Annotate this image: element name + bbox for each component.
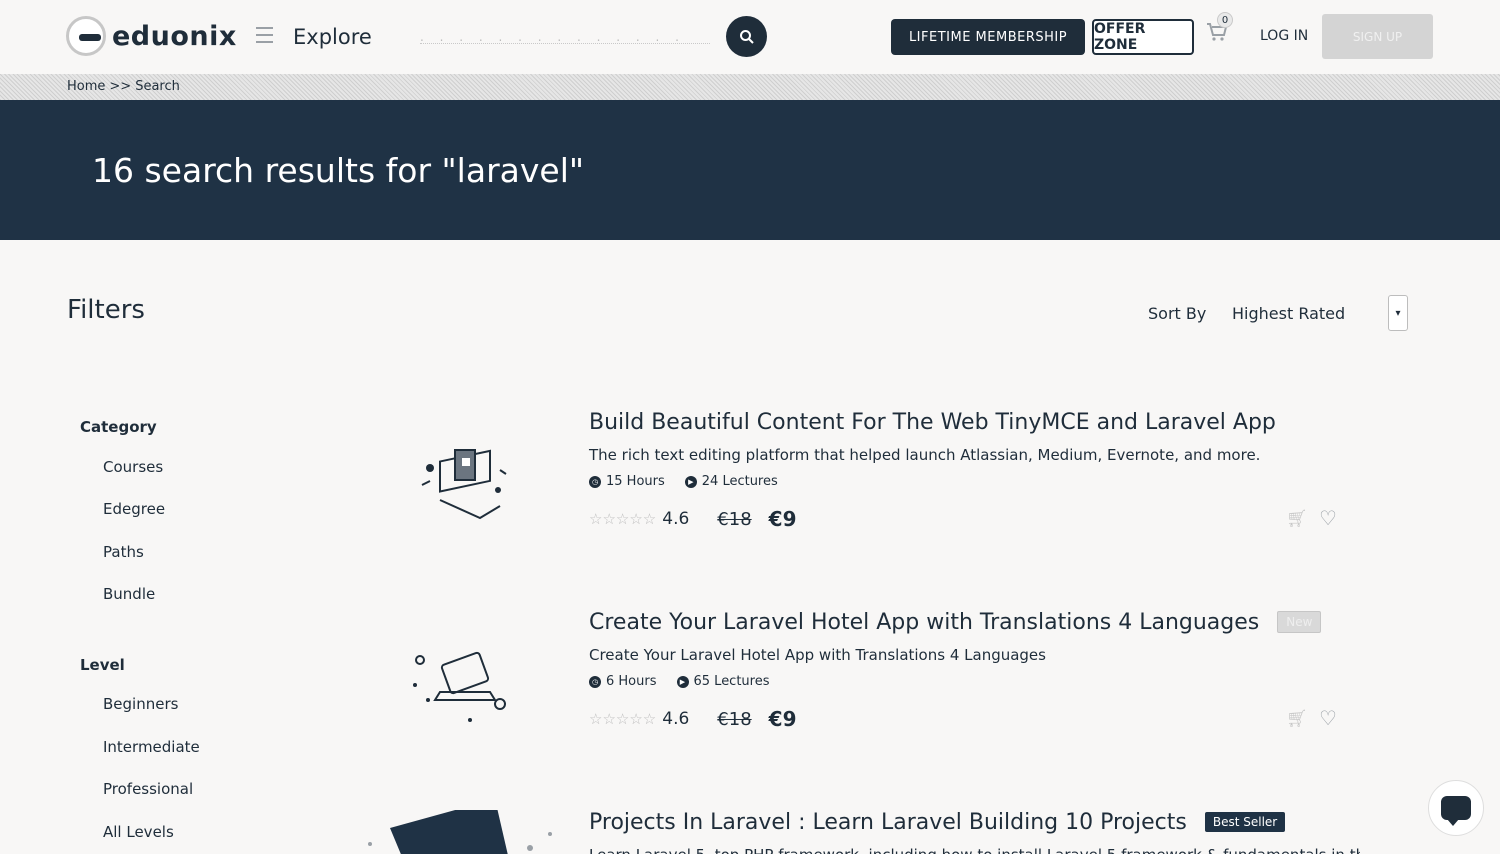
rating-stars-icon: ☆☆☆☆☆ — [589, 710, 657, 728]
course-title[interactable]: Create Your Laravel Hotel App with Trans… — [589, 610, 1322, 635]
breadcrumb-home[interactable]: Home — [67, 79, 105, 94]
lifetime-membership-button[interactable]: LIFETIME MEMBERSHIP — [891, 19, 1085, 55]
filters-title: Filters — [67, 295, 145, 325]
course-title[interactable]: Build Beautiful Content For The Web Tiny… — [589, 410, 1276, 435]
course-card[interactable]: Projects In Laravel : Learn Laravel Buil… — [340, 810, 1360, 854]
course-hours: ◷ 15 Hours — [589, 474, 665, 489]
sort-label: Sort By — [1148, 304, 1207, 323]
course-rating: 4.6 — [662, 509, 690, 529]
course-hours-label: 6 Hours — [606, 674, 657, 689]
eduonix-logo[interactable]: eduonix — [66, 16, 237, 56]
search-input[interactable]: . . . . . . . . . . . . . . — [420, 30, 710, 44]
search-icon — [739, 29, 754, 44]
course-card[interactable]: Create Your Laravel Hotel App with Trans… — [340, 610, 1360, 800]
filter-item-courses[interactable]: Courses — [103, 458, 163, 476]
course-hours: ◷ 6 Hours — [589, 674, 657, 689]
play-icon: ▶ — [684, 475, 697, 488]
course-description: The rich text editing platform that help… — [589, 446, 1261, 464]
filter-heading-category: Category — [80, 418, 157, 436]
chat-icon — [1441, 796, 1471, 826]
course-old-price: €18 — [717, 508, 752, 530]
logo-mark-icon — [66, 16, 106, 56]
filter-item-edegree[interactable]: Edegree — [103, 500, 165, 518]
course-thumbnail[interactable] — [350, 810, 570, 854]
best-seller-badge: Best Seller — [1204, 812, 1286, 832]
login-link[interactable]: LOG IN — [1260, 28, 1308, 44]
chevron-down-icon[interactable]: ▾ — [1388, 295, 1408, 331]
page-title: 16 search results for "laravel" — [92, 151, 585, 190]
course-price-row: ☆☆☆☆☆ 4.6 €18 €9 — [589, 707, 797, 731]
heart-icon[interactable]: ♡ — [1319, 706, 1337, 730]
course-rating: 4.6 — [662, 709, 690, 729]
course-thumbnail[interactable] — [400, 430, 520, 530]
course-thumbnail[interactable] — [400, 630, 520, 730]
course-lectures: ▶ 65 Lectures — [676, 674, 770, 689]
clock-icon: ◷ — [589, 675, 601, 688]
course-hours-label: 15 Hours — [606, 474, 665, 489]
breadcrumb-separator: >> — [109, 79, 132, 94]
course-meta: ◷ 15 Hours ▶ 24 Lectures — [589, 474, 778, 489]
rating-stars-icon: ☆☆☆☆☆ — [589, 510, 657, 528]
breadcrumb-bar: Home >> Search — [0, 74, 1500, 100]
cart-count-badge: 0 — [1217, 12, 1233, 28]
course-meta: ◷ 6 Hours ▶ 65 Lectures — [589, 674, 770, 689]
explore-link[interactable]: Explore — [293, 25, 372, 49]
logo-text: eduonix — [112, 20, 237, 52]
course-lectures-label: 65 Lectures — [693, 674, 770, 689]
search-button[interactable] — [726, 16, 767, 57]
course-new-price: €9 — [768, 507, 797, 531]
new-badge: New — [1277, 611, 1322, 633]
course-title-text[interactable]: Create Your Laravel Hotel App with Trans… — [589, 610, 1259, 635]
chat-button[interactable] — [1428, 780, 1484, 836]
filter-item-all-levels[interactable]: All Levels — [103, 823, 174, 841]
course-old-price: €18 — [717, 708, 752, 730]
play-icon: ▶ — [676, 675, 689, 688]
signup-button[interactable]: SIGN UP — [1322, 14, 1433, 59]
sort-select-value[interactable]: Highest Rated — [1232, 304, 1345, 323]
menu-icon[interactable] — [256, 27, 273, 43]
clock-icon: ◷ — [589, 475, 601, 488]
course-new-price: €9 — [768, 707, 797, 731]
filter-item-paths[interactable]: Paths — [103, 543, 144, 561]
add-to-cart-icon[interactable]: 🛒︎ — [1286, 709, 1308, 729]
heart-icon[interactable]: ♡ — [1319, 506, 1337, 530]
breadcrumb-current: Search — [135, 79, 180, 94]
search-results-banner: 16 search results for "laravel" — [0, 100, 1500, 240]
filter-item-intermediate[interactable]: Intermediate — [103, 738, 200, 756]
offer-zone-button[interactable]: OFFER ZONE — [1092, 19, 1194, 55]
filter-item-beginners[interactable]: Beginners — [103, 695, 178, 713]
course-price-row: ☆☆☆☆☆ 4.6 €18 €9 — [589, 507, 797, 531]
course-description: Learn Laravel 5, top PHP framework, incl… — [589, 846, 1360, 854]
course-title[interactable]: Projects In Laravel : Learn Laravel Buil… — [589, 810, 1286, 835]
course-card[interactable]: Build Beautiful Content For The Web Tiny… — [340, 410, 1360, 600]
filter-heading-level: Level — [80, 656, 125, 674]
filter-item-professional[interactable]: Professional — [103, 780, 193, 798]
course-lectures: ▶ 24 Lectures — [684, 474, 778, 489]
top-navbar: eduonix Explore . . . . . . . . . . . . … — [0, 0, 1500, 74]
course-title-text[interactable]: Projects In Laravel : Learn Laravel Buil… — [589, 810, 1187, 835]
course-lectures-label: 24 Lectures — [701, 474, 778, 489]
filter-item-bundle[interactable]: Bundle — [103, 585, 155, 603]
add-to-cart-icon[interactable]: 🛒︎ — [1286, 509, 1308, 529]
breadcrumb: Home >> Search — [67, 79, 180, 94]
course-description: Create Your Laravel Hotel App with Trans… — [589, 646, 1046, 664]
